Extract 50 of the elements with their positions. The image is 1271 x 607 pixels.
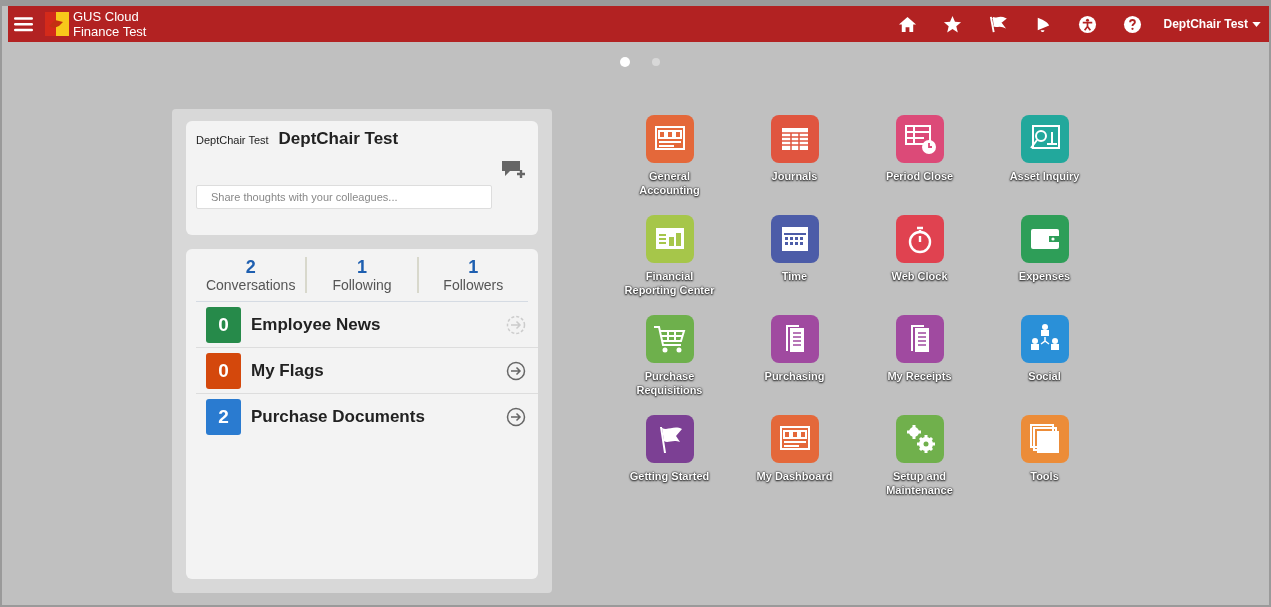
page-dot[interactable] [620, 57, 630, 67]
share-field[interactable]: Share thoughts with your colleagues... [196, 185, 492, 209]
caret-icon [1252, 21, 1261, 27]
user-full-name: DeptChair Test [278, 129, 399, 149]
stat-label[interactable]: Followers [443, 277, 504, 293]
count-badge: 2 [206, 398, 241, 435]
brand-name: GUS Cloud [73, 9, 140, 24]
arrow-circle-icon[interactable] [506, 360, 526, 381]
flag-icon[interactable] [645, 415, 694, 463]
brand-subtitle: Finance Test [73, 24, 147, 39]
stat-label[interactable]: Following [332, 277, 392, 293]
stat-count[interactable]: 1 [468, 257, 479, 277]
feed-title[interactable]: My Flags [251, 360, 506, 381]
document-icon[interactable] [895, 315, 944, 363]
user-menu[interactable]: DeptChair Test [1163, 17, 1261, 31]
people-icon[interactable] [1020, 315, 1069, 363]
table-clock-icon[interactable] [895, 115, 944, 163]
accessibility-icon[interactable] [1077, 14, 1097, 34]
arrow-circle-icon[interactable] [506, 406, 526, 427]
cart-icon[interactable] [645, 315, 694, 363]
star-icon[interactable] [942, 14, 962, 34]
magnifier-icon[interactable] [1020, 115, 1069, 163]
help-icon[interactable] [1122, 14, 1142, 34]
document-icon[interactable] [770, 315, 819, 363]
count-badge: 0 [206, 306, 241, 343]
app-label[interactable]: My Dashboard [744, 469, 845, 483]
home-icon[interactable] [897, 14, 917, 34]
wallet-icon[interactable] [1020, 215, 1069, 263]
page-dot[interactable] [652, 58, 660, 66]
calendar-icon[interactable] [770, 215, 819, 263]
gears-icon[interactable] [895, 415, 944, 463]
stat-count[interactable]: 1 [357, 257, 367, 277]
app-label[interactable]: Period Close [869, 169, 970, 183]
logo-icon [45, 12, 69, 36]
windows-icon[interactable] [1020, 415, 1069, 463]
add-comment-icon[interactable] [502, 161, 526, 179]
app-label[interactable]: Setup and Maintenance [869, 469, 970, 497]
dashboard-icon[interactable] [645, 115, 694, 163]
stopwatch-icon[interactable] [895, 215, 944, 263]
stat-count[interactable]: 2 [245, 257, 256, 277]
feed-title[interactable]: Purchase Documents [251, 406, 506, 427]
dashboard-icon[interactable] [770, 415, 819, 463]
app-label[interactable]: Web Clock [869, 269, 970, 283]
stat-label[interactable]: Conversations [205, 277, 296, 293]
count-badge: 0 [206, 352, 241, 389]
user-name: DeptChair Test [196, 134, 269, 146]
menu-icon[interactable] [14, 16, 33, 32]
app-label[interactable]: My Receipts [869, 369, 970, 383]
flag-icon[interactable] [987, 14, 1007, 34]
table-icon[interactable] [770, 115, 819, 163]
